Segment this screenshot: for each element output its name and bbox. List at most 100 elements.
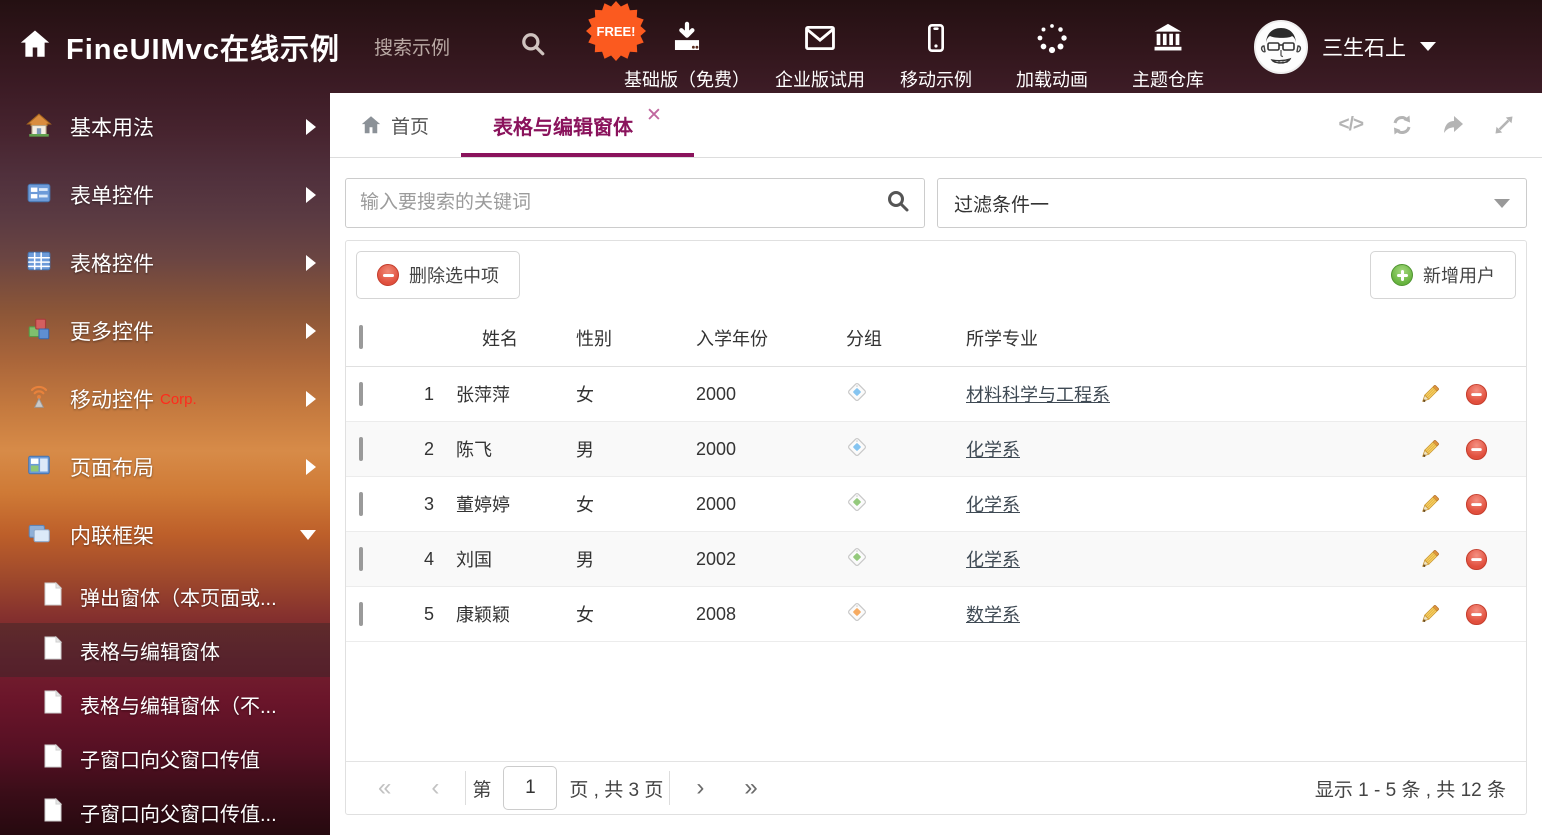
sidebar-item-iframe[interactable]: 内联框架 [0, 501, 330, 569]
top-header: FineUIMvc在线示例 搜索示例 FREE! 基础版（免费） [0, 0, 1542, 93]
chevron-right-icon [306, 187, 316, 203]
sidebar-subitem-child-to-parent[interactable]: 子窗口向父窗口传值 [0, 731, 330, 785]
sidebar-item-form-controls[interactable]: 表单控件 [0, 161, 330, 229]
row-checkbox[interactable] [359, 382, 363, 406]
delete-row-icon[interactable] [1465, 383, 1488, 406]
cell-year: 2008 [682, 604, 832, 625]
tag-icon [846, 436, 868, 458]
app-title: FineUIMvc在线示例 [66, 26, 340, 68]
close-icon[interactable]: ✕ [646, 106, 662, 125]
sidebar-item-more-controls[interactable]: 更多控件 [0, 297, 330, 365]
home-icon[interactable] [18, 27, 52, 66]
last-page-button[interactable]: » [724, 774, 777, 802]
layout-icon [26, 452, 52, 483]
sidebar-item-label: 内联框架 [70, 520, 154, 550]
row-checkbox[interactable] [359, 602, 363, 626]
edit-pencil-icon[interactable] [1418, 548, 1441, 571]
add-user-button[interactable]: 新增用户 [1370, 251, 1516, 299]
avatar[interactable] [1254, 20, 1308, 74]
chevron-right-icon [306, 459, 316, 475]
tab-home[interactable]: 首页 [330, 93, 459, 157]
delete-row-icon[interactable] [1465, 603, 1488, 626]
prev-page-button[interactable]: ‹ [411, 774, 459, 802]
cell-year: 2002 [682, 549, 832, 570]
user-menu[interactable]: 三生石上 [1254, 20, 1436, 74]
cell-gender: 女 [562, 491, 682, 517]
filter-dropdown-value: 过滤条件一 [954, 190, 1049, 217]
nav-item-theme-store[interactable]: 主题仓库 [1110, 1, 1226, 92]
major-link[interactable]: 材料科学与工程系 [966, 385, 1110, 405]
page-number-input[interactable] [503, 766, 557, 810]
nav-label: 企业版试用 [775, 66, 865, 92]
delete-selected-button[interactable]: 删除选中项 [356, 251, 520, 299]
major-link[interactable]: 化学系 [966, 495, 1020, 515]
bank-icon [1150, 21, 1186, 60]
free-badge-text: FREE! [597, 24, 636, 39]
delete-row-icon[interactable] [1465, 493, 1488, 516]
file-icon [42, 744, 64, 773]
column-header-name[interactable]: 姓名 [444, 325, 562, 351]
next-page-button[interactable]: › [676, 774, 724, 802]
sidebar-item-label: 表单控件 [70, 180, 154, 210]
edit-pencil-icon[interactable] [1418, 438, 1441, 461]
major-link[interactable]: 化学系 [966, 550, 1020, 570]
page-prefix: 第 [472, 775, 491, 802]
sidebar-subitem-grid-edit-window[interactable]: 表格与编辑窗体 [0, 623, 330, 677]
first-page-button[interactable]: « [358, 774, 411, 802]
search-icon[interactable] [886, 189, 910, 218]
tab-grid-edit-window[interactable]: 表格与编辑窗体 ✕ [459, 93, 696, 157]
column-header-group[interactable]: 分组 [832, 325, 952, 351]
sidebar-subitem-label: 表格与编辑窗体 [80, 636, 220, 665]
major-link[interactable]: 数学系 [966, 605, 1020, 625]
refresh-icon[interactable] [1390, 113, 1414, 137]
sidebar-item-page-layout[interactable]: 页面布局 [0, 433, 330, 501]
nav-item-loading-animation[interactable]: 加载动画 [994, 1, 1110, 92]
column-header-major[interactable]: 所学专业 [952, 325, 1397, 351]
sidebar-subitem-grid-edit-window-2[interactable]: 表格与编辑窗体（不... [0, 677, 330, 731]
row-checkbox[interactable] [359, 437, 363, 461]
nav-item-mobile-demo[interactable]: 移动示例 [878, 1, 994, 92]
sidebar-subitem-label: 子窗口向父窗口传值... [80, 798, 277, 827]
brand[interactable]: FineUIMvc在线示例 [0, 26, 340, 68]
row-checkbox[interactable] [359, 547, 363, 571]
sidebar-item-basic-usage[interactable]: 基本用法 [0, 93, 330, 161]
antenna-icon [26, 384, 52, 415]
source-code-icon[interactable]: </> [1339, 114, 1363, 136]
sidebar-item-mobile-controls[interactable]: 移动控件 Corp. [0, 365, 330, 433]
keyword-search-box[interactable] [345, 178, 925, 228]
cell-gender: 女 [562, 601, 682, 627]
column-header-gender[interactable]: 性别 [562, 325, 682, 351]
table-row: 4 刘国 男 2002 化学系 [346, 532, 1526, 587]
header-search[interactable]: 搜索示例 [374, 31, 546, 62]
search-icon[interactable] [520, 31, 546, 62]
fullscreen-icon[interactable] [1492, 113, 1516, 137]
delete-row-icon[interactable] [1465, 438, 1488, 461]
sidebar-subitem-child-to-parent-2[interactable]: 子窗口向父窗口传值... [0, 785, 330, 835]
row-checkbox[interactable] [359, 492, 363, 516]
envelope-icon [802, 21, 838, 60]
edit-pencil-icon[interactable] [1418, 493, 1441, 516]
cell-year: 2000 [682, 384, 832, 405]
frames-icon [26, 520, 52, 551]
select-all-checkbox[interactable] [359, 325, 363, 349]
file-icon [42, 798, 64, 827]
sidebar-item-grid-controls[interactable]: 表格控件 [0, 229, 330, 297]
delete-row-icon[interactable] [1465, 548, 1488, 571]
row-number: 4 [404, 549, 444, 570]
major-link[interactable]: 化学系 [966, 440, 1020, 460]
sidebar-subitem-popup-window[interactable]: 弹出窗体（本页面或... [0, 569, 330, 623]
edit-pencil-icon[interactable] [1418, 603, 1441, 626]
keyword-search-input[interactable] [360, 192, 886, 214]
free-badge: FREE! [584, 0, 648, 63]
sidebar-subitem-label: 表格与编辑窗体（不... [80, 690, 277, 719]
corp-badge: Corp. [160, 391, 197, 408]
edit-pencil-icon[interactable] [1418, 383, 1441, 406]
sidebar-item-label: 基本用法 [70, 112, 154, 142]
column-header-year[interactable]: 入学年份 [682, 325, 832, 351]
row-number: 5 [404, 604, 444, 625]
nav-item-basic-free[interactable]: FREE! 基础版（免费） [612, 1, 762, 92]
filter-dropdown[interactable]: 过滤条件一 [937, 178, 1527, 228]
open-new-window-icon[interactable] [1441, 113, 1465, 137]
header-search-placeholder[interactable]: 搜索示例 [374, 33, 450, 60]
nav-item-enterprise-trial[interactable]: 企业版试用 [762, 1, 878, 92]
